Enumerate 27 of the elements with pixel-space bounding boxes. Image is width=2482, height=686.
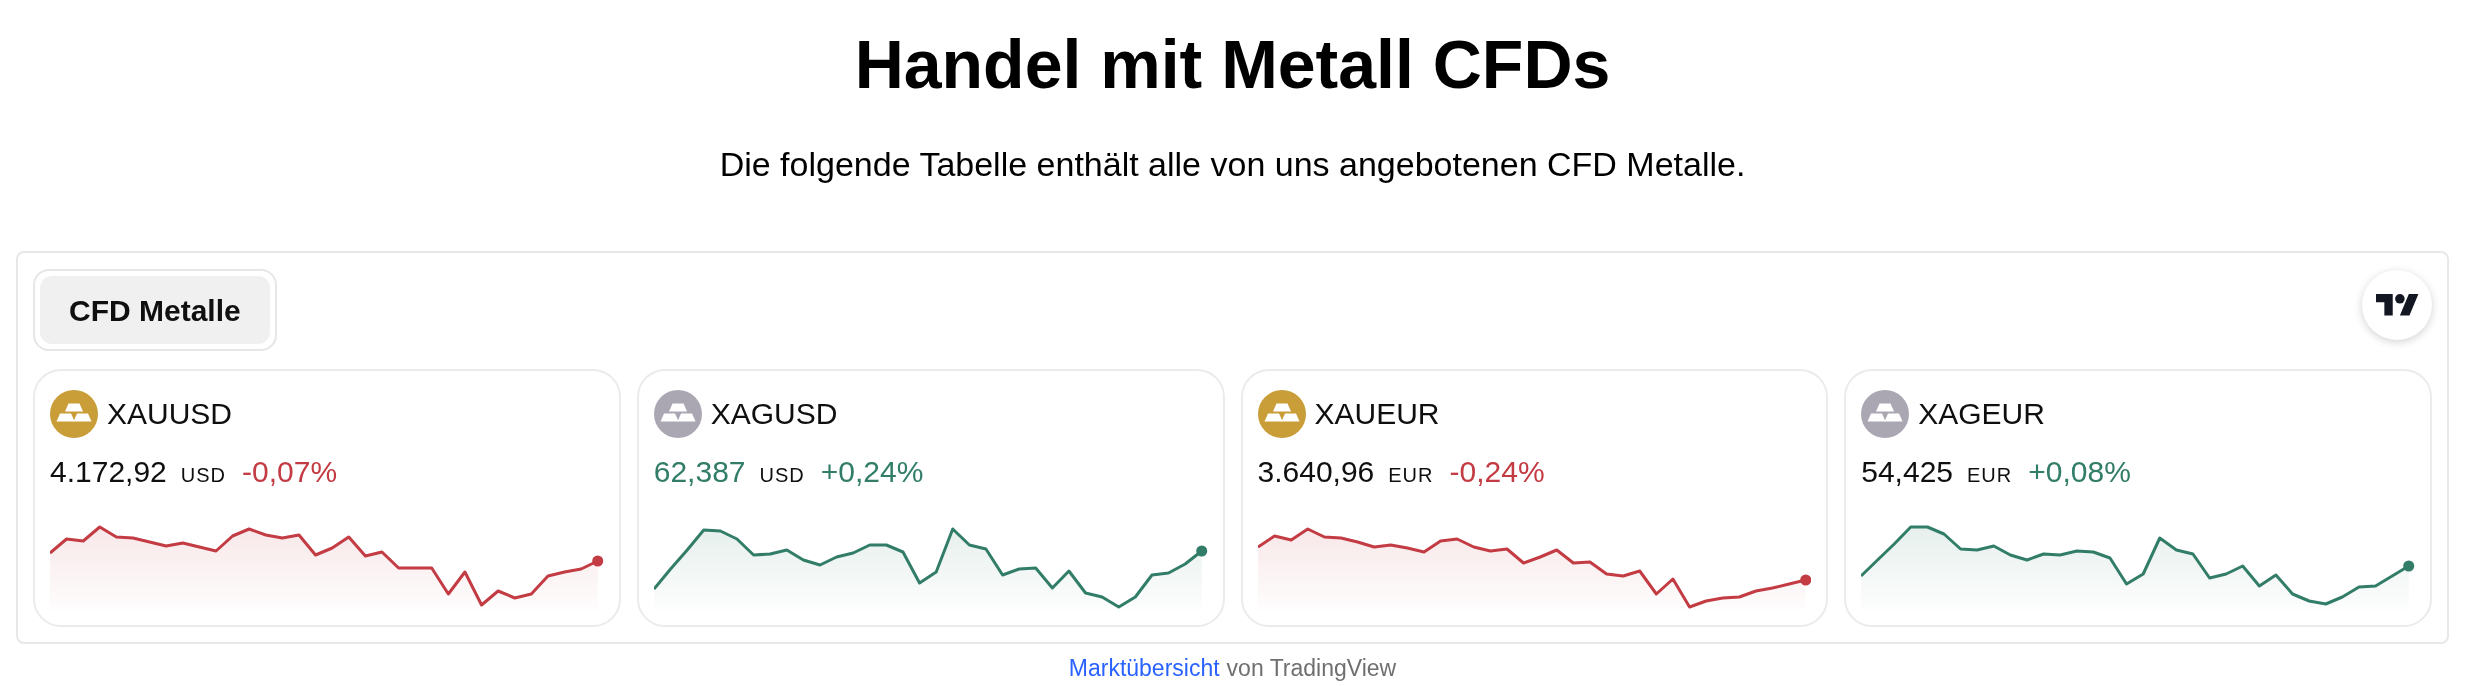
- change-value: -0,24%: [1449, 454, 1545, 490]
- symbol-name: XAGEUR: [1918, 396, 2045, 432]
- symbol-card[interactable]: XAGUSD 62,387 USD +0,24%: [636, 369, 1225, 627]
- price-value: 54,425: [1861, 454, 1953, 490]
- currency-label: USD: [759, 463, 805, 487]
- change-value: +0,24%: [820, 454, 924, 490]
- change-value: +0,08%: [2028, 454, 2131, 490]
- logo-button[interactable]: [2362, 270, 2432, 340]
- symbol-name: XAGUSD: [710, 396, 838, 432]
- attribution-text: von TradingView: [1226, 656, 1397, 680]
- price-value: 62,387: [653, 454, 746, 490]
- currency-label: USD: [180, 463, 226, 487]
- currency-label: EUR: [1388, 463, 1434, 487]
- page-title: Handel mit Metall CFDs: [853, 25, 1612, 104]
- symbol-name: XAUEUR: [1314, 396, 1440, 432]
- symbol-card[interactable]: XAGEUR 54,425 EUR +0,08%: [1844, 369, 2432, 627]
- logo-icon: [2375, 294, 2419, 316]
- currency-label: EUR: [1967, 463, 2013, 487]
- symbol-card[interactable]: XAUUSD 4.172,92 USD -0,07%: [33, 369, 621, 627]
- attribution-link[interactable]: Marktübersicht: [1068, 656, 1220, 680]
- symbol-name: XAUUSD: [107, 396, 233, 432]
- tab[interactable]: CFD Metalle: [40, 276, 270, 344]
- symbol-card[interactable]: XAUEUR 3.640,96 EUR -0,24%: [1240, 369, 1829, 627]
- price-value: 3.640,96: [1257, 454, 1375, 490]
- price-value: 4.172,92: [50, 454, 167, 490]
- subtitle-text: Die folgende Tabelle enthält alle von uns angebotenen CFD Metalle.: [718, 144, 1747, 184]
- change-value: -0,07%: [242, 454, 338, 490]
